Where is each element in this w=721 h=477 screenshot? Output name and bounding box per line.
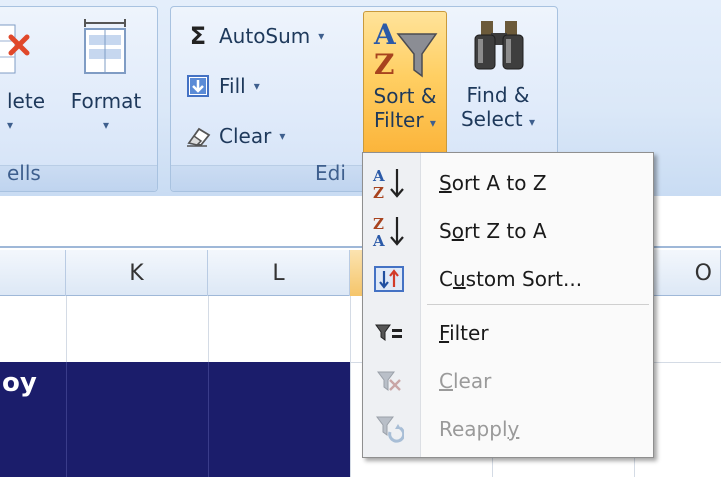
fill-down-icon: [185, 73, 211, 99]
svg-text:Z: Z: [373, 184, 384, 201]
cells-group: lete ▾ Format ▾ ells: [0, 6, 158, 192]
cell-text: oy: [2, 368, 37, 398]
chevron-down-icon: ▾: [253, 79, 260, 93]
chevron-down-icon: ▾: [102, 118, 110, 132]
menu-item-clear[interactable]: Clear: [363, 357, 653, 405]
clear-label: Clear: [219, 124, 272, 148]
menu-item-sort-z-to-a[interactable]: Z A Sort Z to A: [363, 207, 653, 255]
autosum-button[interactable]: Σ AutoSum ▾: [185, 19, 325, 53]
fill-button[interactable]: Fill ▾: [185, 69, 260, 103]
grid-line: [66, 362, 67, 477]
sort-az-icon: A Z: [369, 163, 409, 203]
delete-cells-icon: [0, 17, 63, 89]
eraser-icon: [185, 123, 211, 149]
fill-label: Fill: [219, 74, 246, 98]
column-header-k[interactable]: K: [66, 250, 208, 296]
sort-za-icon: Z A: [369, 211, 409, 251]
chevron-down-icon: ▾: [7, 118, 14, 132]
autosum-label: AutoSum: [219, 24, 311, 48]
column-header-j[interactable]: [0, 250, 66, 296]
menu-item-label: Sort Z to A: [439, 219, 547, 243]
cells-group-label: ells: [7, 161, 41, 185]
chevron-down-icon: ▾: [529, 115, 536, 129]
sort-filter-menu: A Z Sort A to Z Z A Sort Z to A Custom S…: [362, 152, 654, 458]
find-select-label-1: Find &: [466, 83, 530, 107]
menu-item-label: Custom Sort...: [439, 267, 583, 291]
find-select-button[interactable]: Find & Select ▾: [453, 11, 543, 155]
grid-line: [350, 296, 351, 477]
chevron-down-icon: ▾: [429, 116, 436, 130]
filled-cell-range[interactable]: [0, 362, 350, 477]
find-select-line2: Select ▾: [453, 107, 543, 134]
format-button[interactable]: Format ▾: [63, 17, 149, 137]
sort-filter-label-2: Filter: [374, 108, 424, 132]
menu-item-filter[interactable]: Filter: [363, 309, 653, 357]
format-label: Format: [70, 89, 142, 113]
menu-separator: [427, 304, 649, 305]
binoculars-icon: [453, 11, 543, 83]
chevron-down-icon: ▾: [279, 129, 286, 143]
cells-group-footer: ells: [0, 161, 157, 191]
svg-text:A: A: [372, 167, 385, 185]
menu-item-label: Clear: [439, 369, 492, 393]
reapply-icon: [369, 409, 409, 449]
svg-text:A: A: [373, 18, 397, 51]
find-select-label-2: Select: [460, 107, 523, 131]
menu-item-reapply[interactable]: Reapply: [363, 405, 653, 453]
menu-item-label: Filter: [439, 321, 489, 345]
svg-text:A: A: [372, 232, 385, 249]
custom-sort-icon: [369, 259, 409, 299]
menu-item-sort-a-to-z[interactable]: A Z Sort A to Z: [363, 159, 653, 207]
sort-filter-line2: Filter ▾: [364, 108, 446, 135]
sort-filter-icon: A Z: [364, 12, 446, 84]
autosum-icon: Σ: [189, 22, 207, 50]
menu-item-label: Sort A to Z: [439, 171, 547, 195]
menu-item-custom-sort[interactable]: Custom Sort...: [363, 255, 653, 303]
svg-text:Z: Z: [374, 48, 394, 81]
delete-button[interactable]: lete ▾: [0, 17, 63, 137]
editing-group-label: Edi: [315, 161, 346, 185]
clear-filter-icon: [369, 361, 409, 401]
delete-label: lete: [7, 89, 46, 113]
filter-icon: [369, 313, 409, 353]
sort-filter-button[interactable]: A Z Sort & Filter ▾: [363, 11, 447, 155]
menu-item-label: Reapply: [439, 417, 520, 441]
sort-filter-label-1: Sort &: [373, 84, 437, 108]
format-cells-icon: [63, 17, 149, 89]
svg-text:Z: Z: [373, 215, 384, 233]
chevron-down-icon: ▾: [318, 29, 325, 43]
column-header-l[interactable]: L: [208, 250, 350, 296]
grid-line: [208, 362, 209, 477]
clear-button[interactable]: Clear ▾: [185, 119, 285, 153]
